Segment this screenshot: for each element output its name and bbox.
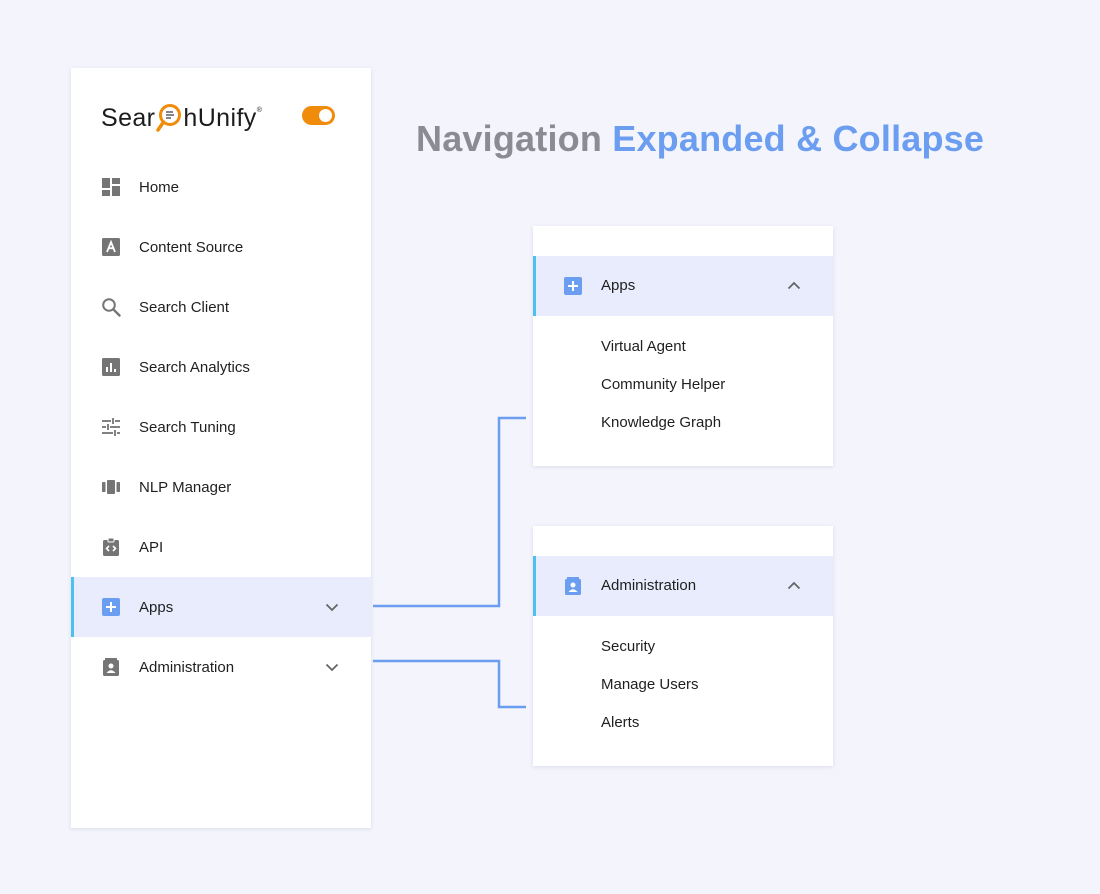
administration-expanded-panel: Administration Security Manage Users Ale… xyxy=(533,526,833,766)
admin-badge-icon xyxy=(565,577,581,595)
chevron-up-icon[interactable] xyxy=(787,279,801,293)
apps-panel-header[interactable]: Apps xyxy=(533,256,833,316)
administration-panel-label: Administration xyxy=(601,577,697,594)
administration-connector-line xyxy=(373,659,526,709)
submenu-community-helper[interactable]: Community Helper xyxy=(601,376,725,393)
submenu-knowledge-graph[interactable]: Knowledge Graph xyxy=(601,414,721,431)
submenu-manage-users[interactable]: Manage Users xyxy=(601,676,699,693)
chevron-up-icon[interactable] xyxy=(787,579,801,593)
administration-panel-header[interactable]: Administration xyxy=(533,556,833,616)
submenu-alerts[interactable]: Alerts xyxy=(601,714,639,731)
apps-connector-line xyxy=(373,416,526,608)
apps-plus-icon xyxy=(564,277,582,295)
apps-expanded-panel: Apps Virtual Agent Community Helper Know… xyxy=(533,226,833,466)
apps-panel-label: Apps xyxy=(601,277,636,294)
submenu-security[interactable]: Security xyxy=(601,638,655,655)
submenu-virtual-agent[interactable]: Virtual Agent xyxy=(601,338,686,355)
